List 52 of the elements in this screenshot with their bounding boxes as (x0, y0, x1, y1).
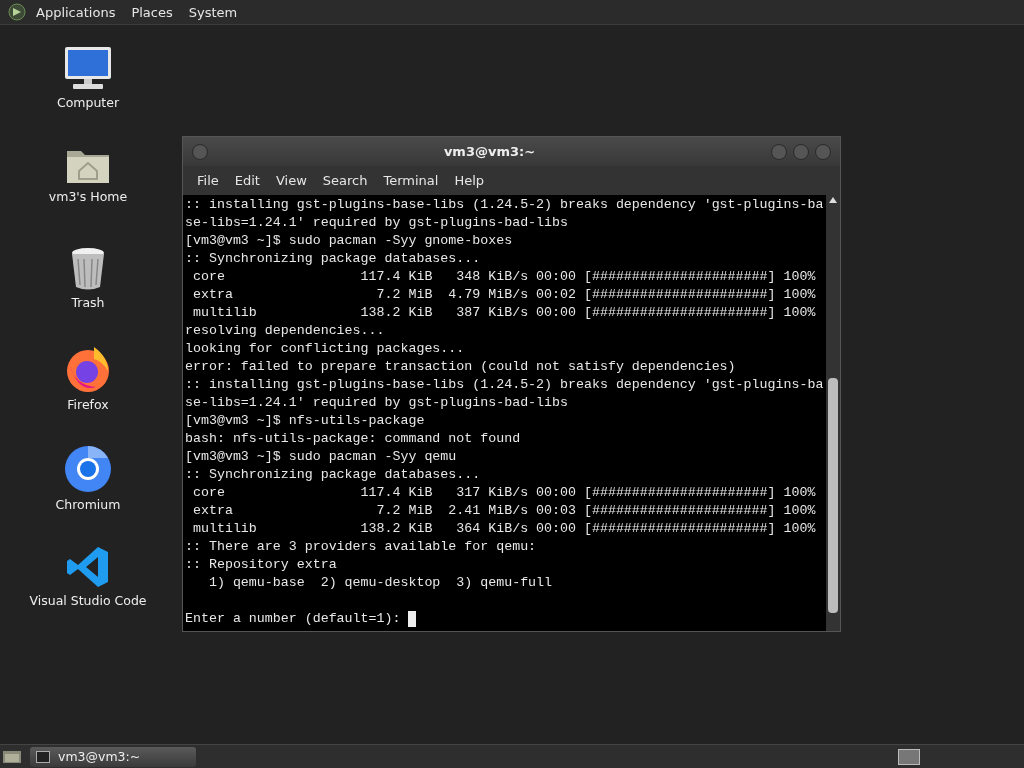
menu-item[interactable]: Search (314, 173, 376, 188)
terminal-line: bash: nfs-utils-package: command not found (185, 430, 521, 448)
terminal-line: extra 7.2 MiB 2.41 MiB/s 00:03 [######################] 100% (191, 502, 816, 520)
workspace-switcher-icon[interactable] (898, 748, 920, 765)
terminal-line: :: installing gst-plugins-base-libs (1.24.5-2) breaks dependency 'gst-plugins-ba (185, 376, 824, 394)
desktop-icon-label[interactable]: vm3's Home (48, 189, 128, 204)
terminal-line: se-libs=1.24.1' required by gst-plugins-bad-libs (185, 394, 568, 412)
code-editor-icon (66, 545, 110, 589)
firefox-icon (64, 345, 112, 393)
scrollbar[interactable] (826, 195, 840, 631)
terminal-line: 1) qemu-base 2) qemu-desktop 3) qemu-full (207, 574, 553, 592)
panel-menu[interactable]: System (182, 4, 244, 20)
scrollbar-thumb[interactable] (828, 378, 838, 613)
desktop-icon-label[interactable]: Computer (56, 95, 120, 110)
terminal-icon (36, 750, 50, 763)
terminal-line: looking for conflicting packages... (185, 340, 465, 358)
panel-menu[interactable]: Places (125, 4, 179, 20)
terminal-line: core 117.4 KiB 317 KiB/s 00:00 [######################] 100% (191, 484, 816, 502)
terminal-line: core 117.4 KiB 348 KiB/s 00:00 [######################] 100% (191, 268, 816, 286)
terminal-line: :: Synchronizing package databases... (185, 250, 481, 268)
desktop-icon-label[interactable]: Trash (71, 295, 105, 310)
terminal-line: :: There are 3 providers available for qemu: (185, 538, 537, 556)
terminal-line: :: installing gst-plugins-base-libs (1.24.5-2) breaks dependency 'gst-plugins-ba (185, 196, 824, 214)
desktop-icon-label[interactable]: Chromium (55, 497, 121, 512)
terminal-line: se-libs=1.24.1' required by gst-plugins-bad-libs (185, 214, 568, 232)
desktop-icon-label[interactable]: Firefox (67, 397, 109, 412)
menu-item[interactable]: Edit (226, 173, 268, 188)
menu-item[interactable]: Terminal (375, 173, 447, 188)
terminal-line: extra 7.2 MiB 4.79 MiB/s 00:02 [######################] 100% (191, 286, 816, 304)
terminal-line: resolving dependencies... (185, 322, 385, 340)
terminal-line: [vm3@vm3 ~]$ nfs-utils-package (185, 412, 425, 430)
menu-item[interactable]: Help (446, 173, 493, 188)
terminal-line: multilib 138.2 KiB 387 KiB/s 00:00 [######################] 100% (191, 304, 816, 322)
scroll-up-icon[interactable] (829, 197, 837, 203)
monitor-icon (63, 45, 113, 91)
terminal-line: :: Repository extra (185, 556, 337, 574)
panel-menu[interactable]: Applications (30, 4, 122, 20)
desktop-icon-label[interactable]: Visual Studio Code (29, 593, 147, 608)
terminal-line: error: failed to prepare transaction (could not satisfy dependencies) (185, 358, 736, 376)
terminal-line: multilib 138.2 KiB 364 KiB/s 00:00 [######################] 100% (191, 520, 816, 538)
terminal-prompt: Enter a number (default=1): (185, 610, 402, 628)
menu-item[interactable]: File (189, 173, 227, 188)
taskbar-button[interactable]: vm3@vm3:~ (30, 746, 196, 767)
show-desktop-icon[interactable] (2, 748, 22, 765)
text-cursor (408, 611, 417, 627)
terminal-line: [vm3@vm3 ~]$ sudo pacman -Syy qemu (185, 448, 457, 466)
menu-logo-icon[interactable] (8, 3, 26, 21)
terminal-line: [vm3@vm3 ~]$ sudo pacman -Syy gnome-boxes (185, 232, 513, 250)
window-title: vm3@vm3:~ (442, 144, 537, 159)
chromium-icon (64, 445, 112, 493)
menu-item[interactable]: View (267, 173, 315, 188)
terminal-line: :: Synchronizing package databases... (185, 466, 481, 484)
